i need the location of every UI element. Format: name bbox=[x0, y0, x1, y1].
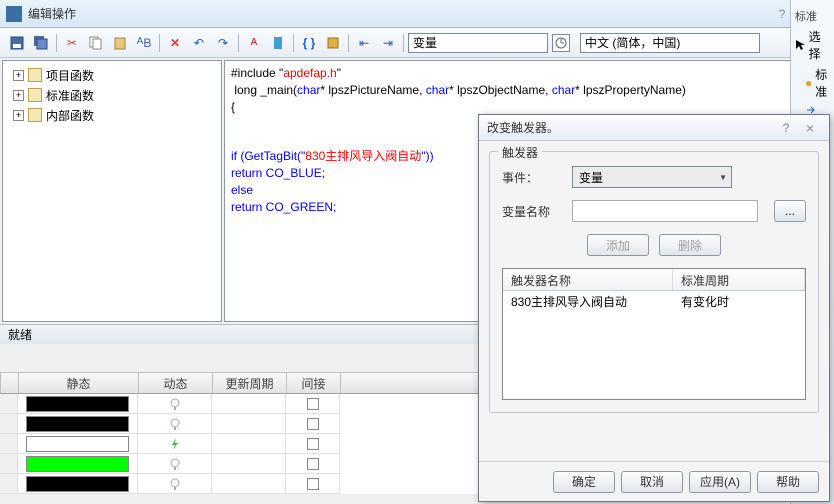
go-right-icon[interactable]: ⇥ bbox=[377, 32, 399, 54]
browse-button[interactable]: ... bbox=[774, 200, 806, 222]
copy-icon[interactable] bbox=[85, 32, 107, 54]
language-combo[interactable]: 中文 (简体，中国) bbox=[580, 33, 760, 53]
add-button[interactable]: 添加 bbox=[587, 234, 649, 256]
window-title: 编辑操作 bbox=[28, 5, 764, 22]
brackets-icon[interactable]: { } bbox=[298, 32, 320, 54]
bookmark-icon[interactable] bbox=[267, 32, 289, 54]
save-icon[interactable] bbox=[6, 32, 28, 54]
varname-label: 变量名称 bbox=[502, 203, 562, 220]
dialog-close-button[interactable]: × bbox=[799, 119, 821, 137]
paste-icon[interactable] bbox=[109, 32, 131, 54]
save-all-icon[interactable] bbox=[30, 32, 52, 54]
varname-input[interactable] bbox=[572, 200, 758, 222]
compile-icon[interactable] bbox=[322, 32, 344, 54]
event-combo[interactable]: 变量 bbox=[572, 166, 732, 188]
cancel-button[interactable]: 取消 bbox=[621, 471, 683, 493]
toolbar: ✂ AB ✕ ↶ ↷ A { } ⇤ ⇥ 变量 中文 (简体，中国) bbox=[0, 28, 834, 58]
select-tool[interactable]: 选择 bbox=[791, 26, 834, 64]
variable-combo[interactable]: 变量 bbox=[408, 33, 548, 53]
apply-button[interactable]: 应用(A) bbox=[689, 471, 751, 493]
tree-item-standard[interactable]: +标准函数 bbox=[7, 85, 217, 105]
help-button[interactable]: 帮助 bbox=[757, 471, 819, 493]
delete-icon[interactable]: ✕ bbox=[164, 32, 186, 54]
table-row[interactable]: 830主排风导入阀自动 有变化时 bbox=[503, 291, 805, 309]
find-replace-icon[interactable]: AB bbox=[133, 32, 155, 54]
cut-icon[interactable]: ✂ bbox=[61, 32, 83, 54]
clock-icon[interactable] bbox=[552, 34, 570, 52]
go-left-icon[interactable]: ⇤ bbox=[353, 32, 375, 54]
dialog-help-button[interactable]: ? bbox=[775, 119, 797, 137]
trigger-table[interactable]: 触发器名称 标准周期 830主排风导入阀自动 有变化时 bbox=[502, 268, 806, 400]
function-tree[interactable]: +项目函数 +标准函数 +内部函数 bbox=[2, 60, 222, 322]
redo-icon[interactable]: ↷ bbox=[212, 32, 234, 54]
col-trigger-name: 触发器名称 bbox=[503, 269, 673, 290]
font-color-icon[interactable]: A bbox=[243, 32, 265, 54]
app-icon bbox=[6, 6, 22, 22]
event-label: 事件： bbox=[502, 169, 562, 186]
trigger-dialog: 改变触发器。 ? × 触发器 事件： 变量 变量名称 ... 添加 删除 触发器… bbox=[478, 114, 830, 502]
ok-button[interactable]: 确定 bbox=[553, 471, 615, 493]
tree-item-internal[interactable]: +内部函数 bbox=[7, 105, 217, 125]
dialog-title: 改变触发器。 bbox=[487, 119, 773, 136]
fieldset-legend: 触发器 bbox=[498, 144, 542, 161]
undo-icon[interactable]: ↶ bbox=[188, 32, 210, 54]
col-period: 标准周期 bbox=[673, 269, 805, 290]
delete-button[interactable]: 删除 bbox=[659, 234, 721, 256]
tree-item-project[interactable]: +项目函数 bbox=[7, 65, 217, 85]
